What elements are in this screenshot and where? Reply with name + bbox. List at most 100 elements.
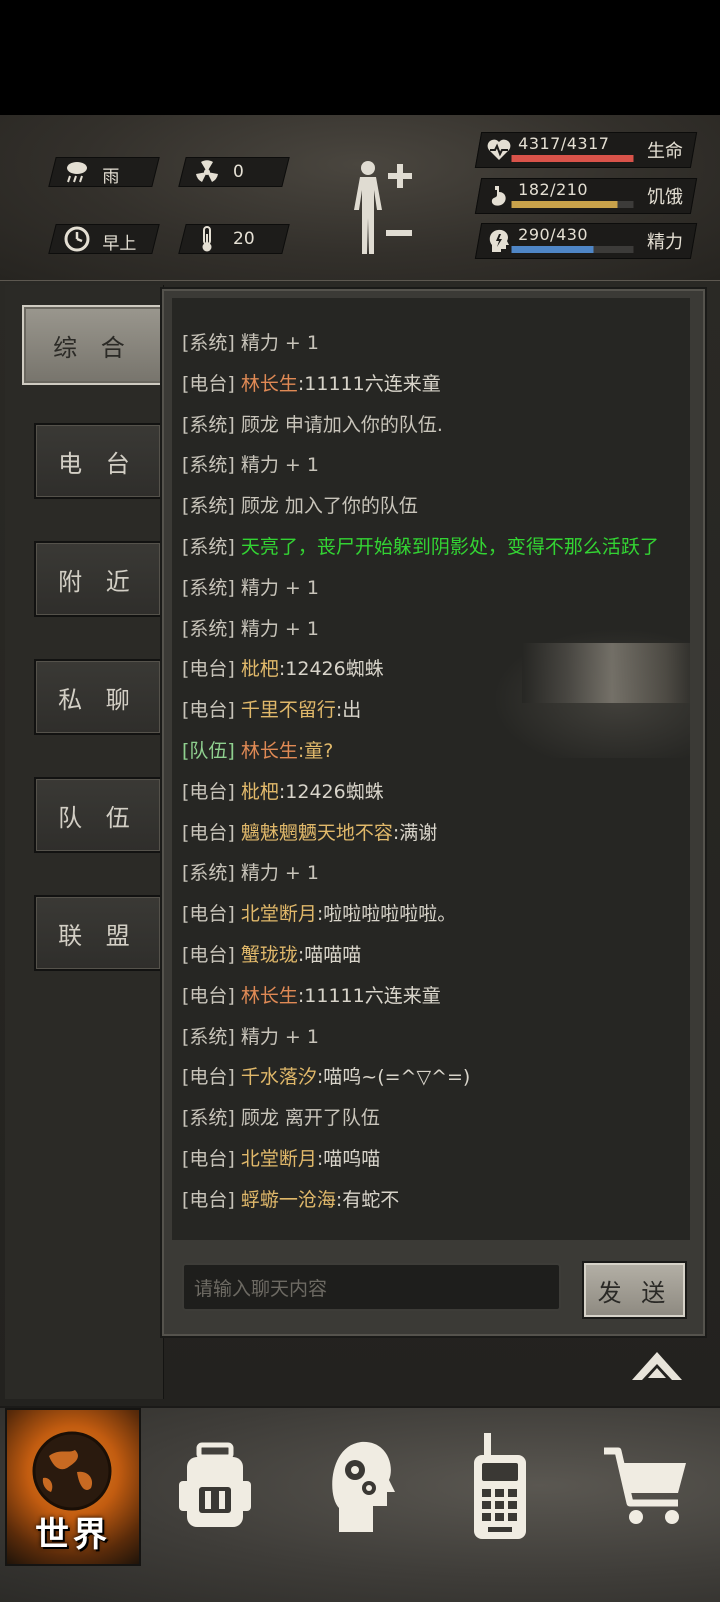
chat-message-text: 精力 + 1: [240, 454, 319, 477]
tab-alliance[interactable]: 联 盟: [34, 895, 162, 971]
energy-bar: 290/430 精力: [474, 223, 698, 259]
nav-backpack[interactable]: [160, 1406, 270, 1566]
chat-message: [系统] 精力 + 1: [182, 858, 319, 885]
globe-icon: [32, 1431, 112, 1511]
health-fill: [511, 155, 634, 162]
chat-message: [电台] 林长生:11111六连来童: [182, 369, 441, 396]
chat-message: [系统] 顾龙 申请加入你的队伍.: [182, 410, 443, 437]
chat-channel-tag: [电台]: [182, 658, 235, 681]
chat-channel-tag: [电台]: [182, 944, 235, 966]
chat-input[interactable]: 请输入聊天内容: [182, 1263, 561, 1311]
world-label: 世界: [35, 1515, 111, 1555]
zoom-in-plus-icon[interactable]: [386, 162, 414, 190]
chat-sender-name[interactable]: 林长生: [241, 985, 298, 1007]
chat-message: [电台] 北堂断月:啦啦啦啦啦啦。: [182, 899, 456, 926]
brain-head-icon: [487, 228, 511, 254]
chat-message: [电台] 林长生:11111六连来童: [182, 981, 441, 1008]
health-label: 生命: [647, 141, 683, 162]
radiation-value: 0: [233, 162, 244, 182]
chat-message: [系统] 精力 + 1: [182, 328, 319, 355]
chat-message-text: 顾龙 加入了你的队伍: [240, 495, 418, 518]
chat-channel-tag: [系统]: [182, 536, 235, 558]
tab-team[interactable]: 队 伍: [34, 777, 162, 853]
chat-sender-name[interactable]: 枇杷: [241, 781, 279, 803]
chat-message: [系统] 精力 + 1: [182, 614, 319, 641]
chat-message-text: :满谢: [392, 821, 438, 844]
radiation-icon: [193, 158, 221, 186]
chat-message-text: :12426蜘蛛: [278, 658, 384, 681]
chat-message: [队伍] 林长生:童?: [182, 736, 333, 763]
temperature-indicator: 20: [178, 224, 290, 254]
hunger-value: 182/210: [518, 180, 589, 199]
energy-value: 290/430: [518, 225, 589, 244]
chat-message: [系统] 精力 + 1: [182, 573, 319, 600]
skills-head-icon: [332, 1441, 395, 1532]
chat-channel-tag: [系统]: [182, 576, 235, 599]
blurred-region: [522, 643, 690, 703]
chat-message: [电台] 千里不留行:出: [182, 695, 361, 722]
nav-skills[interactable]: [310, 1406, 410, 1566]
chat-message: [系统] 天亮了，丧尸开始躲到阴影处，变得不那么活跃了: [182, 532, 659, 559]
radio-icon: [474, 1433, 526, 1539]
chat-sender-name[interactable]: 蟹珑珑: [241, 944, 298, 966]
chat-message: [系统] 精力 + 1: [182, 1022, 319, 1049]
top-black-area: [0, 0, 720, 115]
chat-message-text: :出: [335, 699, 362, 722]
tab-private[interactable]: 私 聊: [34, 659, 162, 735]
chat-message: [系统] 精力 + 1: [182, 450, 319, 477]
chat-sender-name[interactable]: 北堂断月: [241, 903, 317, 925]
chat-message-text: :有蛇不: [335, 1188, 400, 1211]
nav-shop[interactable]: [590, 1406, 700, 1566]
chat-sender-name[interactable]: 魑魅魍魉天地不容: [241, 822, 393, 844]
chat-channel-tag: [系统]: [182, 1025, 235, 1048]
chat-message-text: 精力 + 1: [240, 862, 319, 885]
chat-channel-tag: [队伍]: [182, 740, 235, 762]
rain-cloud-icon: [63, 158, 91, 186]
chat-channel-tag: [电台]: [182, 780, 235, 803]
temperature-value: 20: [233, 229, 255, 249]
chat-channel-tag: [系统]: [182, 332, 235, 354]
chat-channel-tag: [电台]: [182, 699, 235, 722]
chat-channel-tag: [系统]: [182, 617, 235, 640]
chat-sender-name[interactable]: 蜉蝣一沧海: [241, 1189, 336, 1211]
nav-world[interactable]: 世界: [5, 1408, 141, 1566]
chat-message-text: 天亮了，丧尸开始躲到阴影处，变得不那么活跃了: [240, 536, 659, 558]
chat-message-text: :啦啦啦啦啦啦。: [316, 903, 457, 926]
character-body-icon[interactable]: [350, 160, 386, 260]
chat-message-text: :12426蜘蛛: [278, 780, 384, 803]
chat-channel-tag: [电台]: [182, 984, 235, 1007]
chat-channel-tag: [电台]: [182, 1066, 235, 1089]
backpack-icon: [179, 1442, 251, 1527]
chat-message: [系统] 顾龙 离开了队伍: [182, 1103, 380, 1130]
chat-message-text: :童?: [297, 740, 334, 762]
chat-channel-tag: [系统]: [182, 495, 235, 518]
chat-message-text: :喵呜喵: [316, 1148, 381, 1170]
chat-message-text: 精力 + 1: [240, 617, 319, 640]
heart-pulse-icon: [487, 137, 511, 163]
collapse-up-icon[interactable]: [630, 1350, 684, 1384]
stomach-icon: [487, 183, 511, 209]
tab-nearby[interactable]: 附 近: [34, 541, 162, 617]
chat-message: [电台] 千水落汐:喵呜~(=^▽^=): [182, 1062, 470, 1089]
shop-cart-icon: [604, 1447, 686, 1524]
hunger-fill: [511, 201, 618, 208]
tab-general[interactable]: 综 合: [22, 305, 164, 385]
weather-value: 雨: [102, 167, 120, 187]
hunger-bar: 182/210 饥饿: [474, 178, 698, 214]
chat-sender-name[interactable]: 千里不留行: [241, 699, 336, 721]
chat-sender-name[interactable]: 枇杷: [241, 658, 279, 680]
chat-sender-name[interactable]: 北堂断月: [241, 1148, 317, 1170]
chat-sender-name[interactable]: 林长生: [241, 740, 298, 762]
weather-indicator: 雨: [48, 157, 160, 187]
time-value: 早上: [102, 234, 137, 254]
tab-radio[interactable]: 电 台: [34, 423, 162, 499]
chat-log[interactable]: [系统] 精力 + 1 [电台] 林长生:11111六连来童 [系统] 顾龙 申请加…: [172, 298, 690, 1240]
send-button[interactable]: 发 送: [582, 1261, 687, 1319]
hunger-label: 饥饿: [647, 187, 683, 208]
chat-sender-name[interactable]: 千水落汐: [241, 1066, 317, 1088]
chat-sender-name[interactable]: 林长生: [241, 373, 298, 395]
nav-radio[interactable]: [455, 1406, 545, 1566]
chat-channel-tag: [系统]: [182, 1107, 235, 1130]
zoom-out-minus-icon[interactable]: [386, 230, 412, 236]
time-indicator: 早上: [48, 224, 160, 254]
